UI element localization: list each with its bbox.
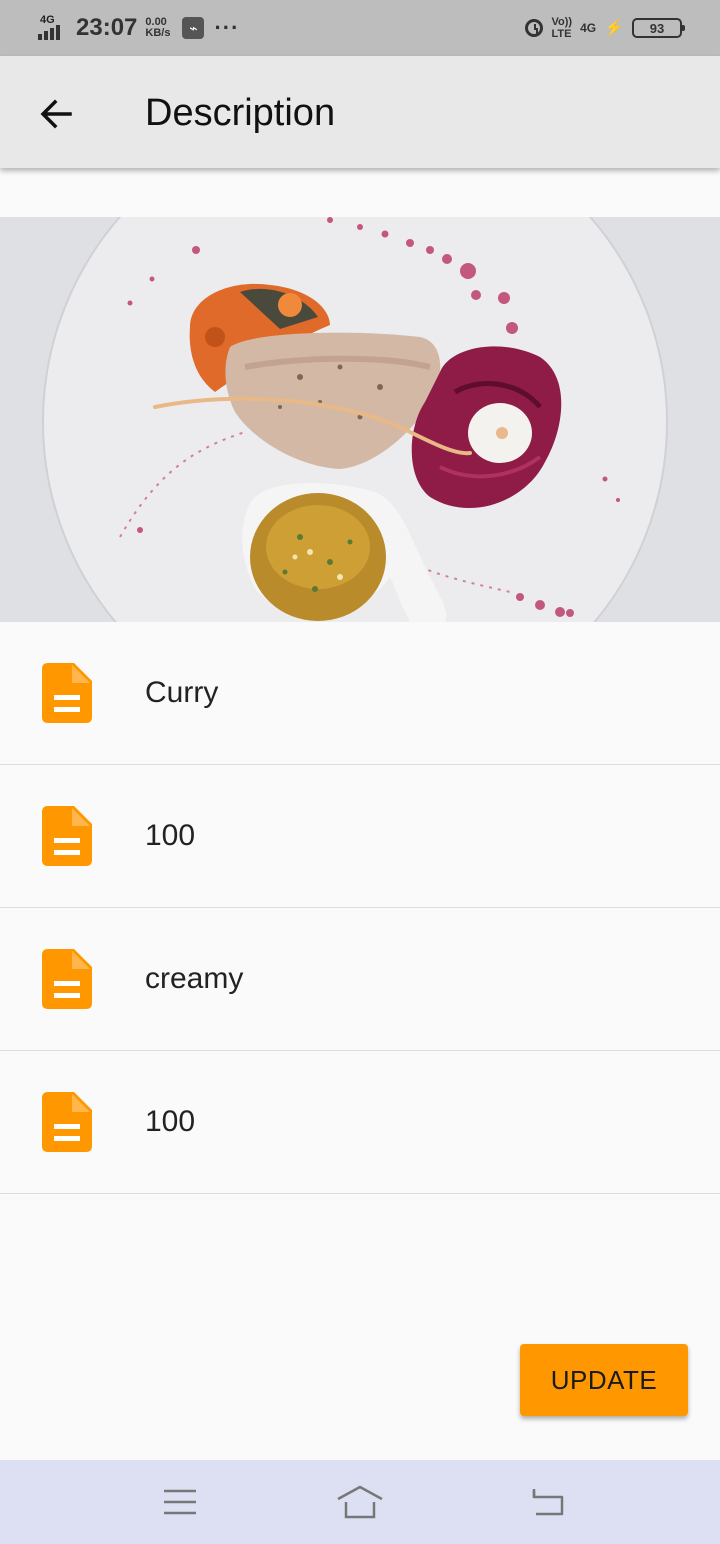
volte-bottom: LTE [551,28,572,40]
app-bar: Description [0,56,720,168]
item-text: 100 [145,819,196,852]
network-speed: 0.00 KB/s [145,17,170,39]
status-bar: 4G 23:07 0.00 KB/s ⌁ ··· Vo)) LTE 4G ⚡ 9… [0,0,720,56]
description-icon [42,1092,92,1152]
description-icon [42,949,92,1009]
status-time: 23:07 [76,14,138,41]
menu-icon [164,1489,196,1515]
alarm-icon [525,19,544,37]
network-type-right: 4G [580,21,597,35]
home-icon [337,1485,383,1519]
volte-indicator: Vo)) LTE [551,16,572,40]
item-text: Curry [145,676,219,709]
page-title: Description [145,92,336,134]
description-icon [42,806,92,866]
system-nav-bar [0,1460,720,1544]
dish-image [0,217,720,622]
description-list: Curry 100 creamy 100 [0,622,720,1194]
dish-photo [0,217,720,622]
list-item[interactable]: creamy [0,908,720,1051]
home-button[interactable] [330,1480,390,1524]
return-icon [532,1489,564,1516]
description-icon [42,663,92,723]
item-text: creamy [145,962,244,995]
list-item[interactable]: 100 [0,765,720,908]
battery-icon: 93 [632,18,685,38]
signal-icon: 4G [38,14,72,42]
menu-button[interactable] [150,1480,210,1524]
list-item[interactable]: 100 [0,1051,720,1194]
speed-unit: KB/s [145,27,171,39]
item-text: 100 [145,1105,196,1138]
usb-icon: ⌁ [182,17,205,39]
status-left: 4G 23:07 0.00 KB/s ⌁ ··· [38,10,239,46]
back-nav-button[interactable] [518,1480,578,1524]
list-item[interactable]: Curry [0,622,720,765]
back-button[interactable] [30,88,82,140]
update-button[interactable]: UPDATE [520,1344,688,1416]
more-notifications-icon: ··· [214,15,240,40]
arrow-left-icon [40,99,72,129]
battery-level: 93 [649,20,665,36]
charging-icon: ⚡ [604,20,624,37]
volte-top: Vo)) [551,16,573,28]
status-right: Vo)) LTE 4G ⚡ 93 [525,12,685,44]
